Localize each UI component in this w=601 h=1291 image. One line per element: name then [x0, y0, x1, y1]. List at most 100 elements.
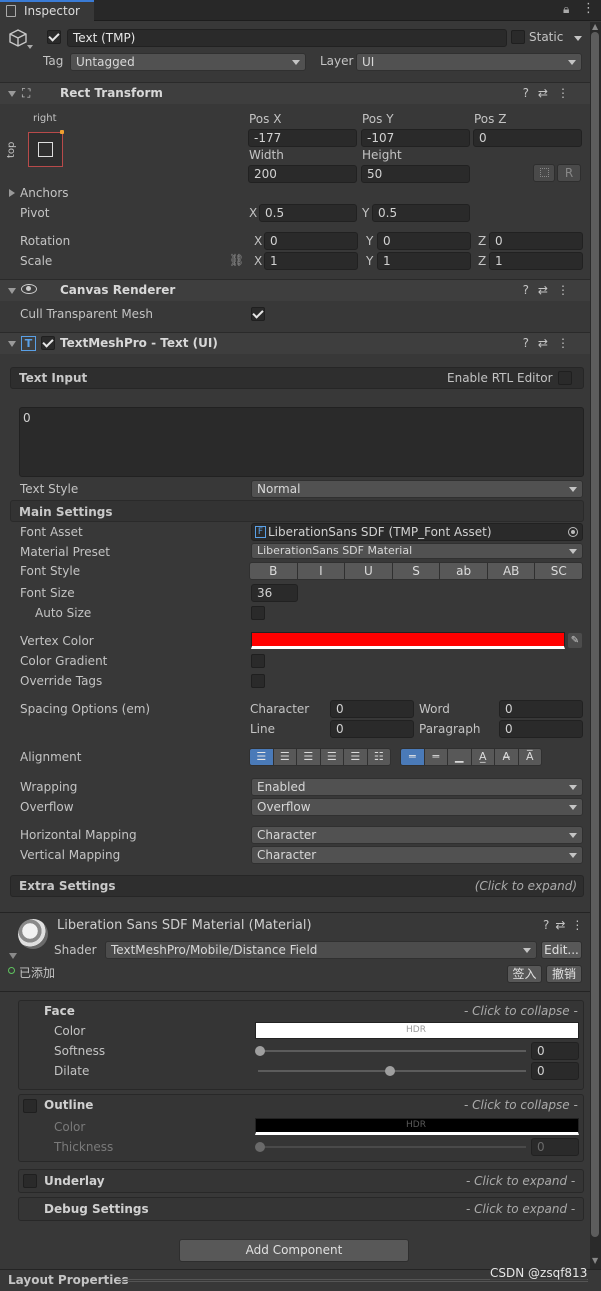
color-gradient-checkbox[interactable]: [251, 654, 265, 668]
wrapping-dropdown[interactable]: Enabled: [251, 778, 583, 796]
softness-slider-track[interactable]: [258, 1050, 526, 1052]
scroll-up-icon[interactable]: ▲: [592, 22, 598, 31]
static-checkbox[interactable]: [511, 30, 525, 44]
rot-x-field[interactable]: 0: [264, 232, 358, 250]
dilate-field[interactable]: 0: [531, 1062, 579, 1080]
smallcaps-button[interactable]: SC: [535, 563, 582, 579]
scrollbar-thumb[interactable]: [591, 32, 599, 1237]
align-baseline-icon[interactable]: A̲: [471, 749, 495, 765]
outline-checkbox[interactable]: [23, 1099, 37, 1113]
outline-label[interactable]: Outline: [44, 1098, 93, 1112]
material-preset-dropdown[interactable]: LiberationSans SDF Material: [251, 543, 583, 559]
face-color-swatch[interactable]: HDR: [255, 1022, 579, 1039]
material-header-icons[interactable]: ?⇄⋮: [543, 918, 589, 932]
checkin-button[interactable]: 签入: [507, 965, 542, 983]
underlay-checkbox[interactable]: [23, 1174, 37, 1188]
text-input-area[interactable]: 0: [19, 407, 584, 477]
pos-y-field[interactable]: -107: [361, 129, 470, 147]
rot-z-field[interactable]: 0: [489, 232, 583, 250]
face-label[interactable]: Face: [44, 1004, 75, 1018]
vmap-dropdown[interactable]: Character: [251, 846, 583, 864]
rect-transform-header[interactable]: ⛶ Rect Transform ?⇄⋮: [0, 82, 590, 104]
character-spacing-field[interactable]: 0: [330, 700, 414, 718]
blueprint-mode-button[interactable]: [533, 164, 555, 182]
object-name-field[interactable]: Text (TMP): [67, 29, 507, 47]
tag-dropdown[interactable]: Untagged: [70, 53, 306, 71]
outline-color-swatch[interactable]: HDR: [255, 1118, 579, 1135]
constrain-proportions-icon[interactable]: ⛓: [229, 253, 244, 267]
text-style-dropdown[interactable]: Normal: [251, 480, 583, 498]
revert-button[interactable]: 撤销: [546, 965, 582, 983]
rtl-checkbox[interactable]: [558, 371, 572, 385]
lock-icon[interactable]: 🔒︎: [563, 2, 569, 17]
override-tags-checkbox[interactable]: [251, 674, 265, 688]
align-justified-icon[interactable]: ☰: [320, 749, 344, 765]
rot-y-field[interactable]: 0: [377, 232, 471, 250]
scale-x-field[interactable]: 1: [264, 252, 358, 270]
tmp-header[interactable]: T TextMeshPro - Text (UI) ?⇄⋮: [0, 332, 590, 354]
thickness-slider-knob[interactable]: [255, 1142, 265, 1152]
line-spacing-field[interactable]: 0: [330, 720, 414, 738]
eyedropper-icon[interactable]: ✎: [568, 633, 582, 648]
thickness-field[interactable]: 0: [531, 1138, 579, 1156]
width-field[interactable]: 200: [248, 165, 357, 183]
strikethrough-button[interactable]: S: [392, 563, 441, 579]
debug-expand-hint[interactable]: - Click to expand -: [466, 1202, 575, 1216]
shader-dropdown[interactable]: TextMeshPro/Mobile/Distance Field: [105, 941, 537, 959]
uppercase-button[interactable]: AB: [487, 563, 536, 579]
paragraph-spacing-field[interactable]: 0: [499, 720, 583, 738]
canvas-renderer-header[interactable]: Canvas Renderer ?⇄⋮: [0, 279, 590, 301]
align-center-icon[interactable]: ☰: [273, 749, 297, 765]
material-expand-icon[interactable]: [9, 953, 17, 959]
underline-button[interactable]: U: [345, 563, 393, 579]
underlay-expand-hint[interactable]: - Click to expand -: [466, 1174, 575, 1188]
scroll-down-icon[interactable]: ▼: [592, 1256, 598, 1265]
scale-y-field[interactable]: 1: [377, 252, 471, 270]
dilate-slider-knob[interactable]: [385, 1066, 395, 1076]
object-picker-icon[interactable]: [568, 527, 578, 537]
align-middle-icon[interactable]: ═: [424, 749, 448, 765]
component-header-icons[interactable]: ?⇄⋮: [523, 86, 578, 100]
hmap-dropdown[interactable]: Character: [251, 826, 583, 844]
align-flush-icon[interactable]: ☰: [344, 749, 368, 765]
shader-edit-button[interactable]: Edit...: [541, 941, 582, 959]
component-header-icons[interactable]: ?⇄⋮: [523, 283, 578, 297]
auto-size-checkbox[interactable]: [251, 606, 265, 620]
align-midline-icon[interactable]: A̶: [495, 749, 519, 765]
component-header-icons[interactable]: ?⇄⋮: [523, 336, 578, 350]
overflow-dropdown[interactable]: Overflow: [251, 798, 583, 816]
bold-button[interactable]: B: [250, 563, 298, 579]
cull-checkbox[interactable]: [251, 307, 265, 321]
active-checkbox[interactable]: [47, 30, 61, 44]
font-asset-field[interactable]: F LiberationSans SDF (TMP_Font Asset): [251, 523, 583, 541]
text-input-section-header[interactable]: Text Input Enable RTL Editor: [10, 367, 584, 389]
align-top-icon[interactable]: ═: [401, 749, 425, 765]
align-bottom-icon[interactable]: ▁: [448, 749, 472, 765]
anchor-presets-button[interactable]: [28, 130, 64, 167]
scale-z-field[interactable]: 1: [489, 252, 583, 270]
extra-settings-header[interactable]: Extra Settings (Click to expand): [10, 875, 584, 897]
anchors-label[interactable]: Anchors: [20, 186, 69, 200]
align-geometry-center-icon[interactable]: ☷: [367, 749, 390, 765]
outline-collapse-hint[interactable]: - Click to collapse -: [464, 1098, 578, 1112]
static-dropdown-icon[interactable]: [574, 36, 582, 41]
align-right-icon[interactable]: ☰: [297, 749, 321, 765]
height-field[interactable]: 50: [361, 165, 470, 183]
layer-dropdown[interactable]: UI: [356, 53, 582, 71]
tab-inspector[interactable]: Inspector: [0, 0, 94, 21]
underlay-label[interactable]: Underlay: [44, 1174, 105, 1188]
pos-x-field[interactable]: -177: [248, 129, 357, 147]
vertex-color-swatch[interactable]: [251, 632, 565, 649]
align-capline-icon[interactable]: A̅: [518, 749, 541, 765]
softness-field[interactable]: 0: [531, 1042, 579, 1060]
font-size-field[interactable]: 36: [251, 584, 298, 602]
lowercase-button[interactable]: ab: [440, 563, 488, 579]
pos-z-field[interactable]: 0: [473, 129, 582, 147]
tmp-enabled-checkbox[interactable]: [41, 336, 55, 350]
debug-label[interactable]: Debug Settings: [44, 1202, 149, 1216]
thickness-slider-track[interactable]: [258, 1146, 526, 1148]
raw-edit-button[interactable]: R: [557, 164, 581, 182]
align-left-icon[interactable]: ☰: [250, 749, 274, 765]
word-spacing-field[interactable]: 0: [499, 700, 583, 718]
face-collapse-hint[interactable]: - Click to collapse -: [464, 1004, 578, 1018]
